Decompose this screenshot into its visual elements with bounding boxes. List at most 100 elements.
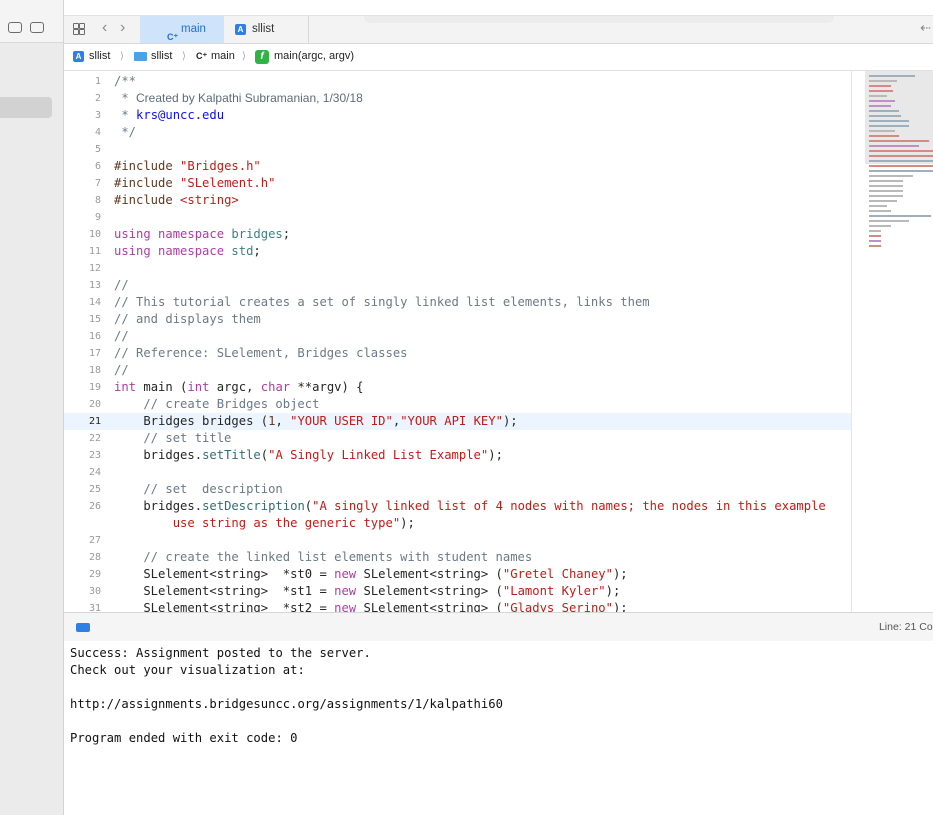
code-token: , xyxy=(275,414,291,428)
code-line[interactable]: 13 // xyxy=(64,277,851,294)
tab-sllist[interactable]: A sllist xyxy=(225,16,309,43)
breadcrumb-file[interactable]: main xyxy=(211,43,235,70)
line-number[interactable]: 29 xyxy=(64,566,101,583)
code-line[interactable]: 20 // create Bridges object xyxy=(64,396,851,413)
inspector-icon[interactable] xyxy=(30,22,44,33)
code-line[interactable]: 24 xyxy=(64,464,851,481)
minimap-line xyxy=(869,130,895,132)
line-number[interactable]: 23 xyxy=(64,447,101,464)
line-number[interactable]: 27 xyxy=(64,532,101,549)
related-items-grid-icon[interactable] xyxy=(73,23,85,35)
code-token: SLelement<string> ( xyxy=(363,584,503,598)
code-line[interactable]: 30 SLelement<string> *st1 = new SLelemen… xyxy=(64,583,851,600)
line-number[interactable]: 11 xyxy=(64,243,101,260)
line-number[interactable]: 6 xyxy=(64,158,101,175)
code-text: SLelement<string> *st0 = new SLelement<s… xyxy=(114,566,627,583)
code-line[interactable]: 31 SLelement<string> *st2 = new SLelemen… xyxy=(64,600,851,612)
code-line[interactable]: 16 // xyxy=(64,328,851,345)
source-editor[interactable]: 1 /** 2 * Created by Kalpathi Subramanian,… xyxy=(64,71,851,612)
minimap[interactable] xyxy=(851,71,933,612)
code-line[interactable]: 2 * Created by Kalpathi Subramanian, 1/3… xyxy=(64,90,851,107)
code-line[interactable]: 7 #include "SLelement.h" xyxy=(64,175,851,192)
line-number[interactable]: 18 xyxy=(64,362,101,379)
line-number[interactable]: 12 xyxy=(64,260,101,277)
code-line[interactable]: 10 using namespace bridges; xyxy=(64,226,851,243)
code-line[interactable]: 21 Bridges bridges (1, "YOUR USER ID","Y… xyxy=(64,413,851,430)
code-line[interactable]: 22 // set title xyxy=(64,430,851,447)
code-text: #include <string> xyxy=(114,192,239,209)
code-token: **argv) { xyxy=(297,380,364,394)
code-token: // and displays them xyxy=(114,312,261,326)
line-number[interactable]: 24 xyxy=(64,464,101,481)
code-token: ); xyxy=(605,584,621,598)
toggle-icon[interactable] xyxy=(8,22,22,33)
code-line[interactable]: 3 * krs@uncc.edu xyxy=(64,107,851,124)
line-number[interactable]: 7 xyxy=(64,175,101,192)
code-line[interactable]: 14 // This tutorial creates a set of sing… xyxy=(64,294,851,311)
code-line[interactable]: 19 int main (int argc, char **argv) { xyxy=(64,379,851,396)
line-number[interactable]: 14 xyxy=(64,294,101,311)
code-line[interactable]: 29 SLelement<string> *st0 = new SLelemen… xyxy=(64,566,851,583)
code-line[interactable]: 17 // Reference: SLelement, Bridges class… xyxy=(64,345,851,362)
code-line[interactable]: 6 #include "Bridges.h" xyxy=(64,158,851,175)
console-line: Program ended with exit code: 0 xyxy=(70,731,298,745)
breadcrumb-project[interactable]: sllist xyxy=(89,43,110,70)
line-number[interactable]: 1 xyxy=(64,73,101,90)
line-number[interactable]: 26 xyxy=(64,498,101,515)
line-number[interactable]: 3 xyxy=(64,107,101,124)
breadcrumb-group[interactable]: sllist xyxy=(151,43,172,70)
line-number[interactable]: 9 xyxy=(64,209,101,226)
line-number[interactable]: 5 xyxy=(64,141,101,158)
code-text: using namespace std; xyxy=(114,243,261,260)
code-line[interactable]: 27 xyxy=(64,532,851,549)
code-line[interactable]: 18 // xyxy=(64,362,851,379)
line-number[interactable]: 30 xyxy=(64,583,101,600)
xcode-project-icon: A xyxy=(235,24,246,35)
code-line[interactable]: 4 */ xyxy=(64,124,851,141)
back-arrow-icon[interactable]: ‹ xyxy=(102,19,107,37)
line-number[interactable]: 19 xyxy=(64,379,101,396)
editor-tab-bar: ‹ › C⁺ main A sllist ⇠ xyxy=(64,15,933,44)
code-token: Bridges bridges ( xyxy=(114,414,269,428)
code-line[interactable]: 9 xyxy=(64,209,851,226)
code-token: SLelement<string> *st1 = xyxy=(114,584,335,598)
line-number[interactable]: 20 xyxy=(64,396,101,413)
line-number[interactable]: 22 xyxy=(64,430,101,447)
code-line[interactable]: 28 // create the linked list elements wi… xyxy=(64,549,851,566)
code-token: // set title xyxy=(114,431,232,445)
code-token: ); xyxy=(488,448,503,462)
code-token: SLelement<string> ( xyxy=(363,567,503,581)
line-number[interactable]: 15 xyxy=(64,311,101,328)
line-number[interactable]: 25 xyxy=(64,481,101,498)
code-token: ); xyxy=(502,414,518,428)
navigator-selected-row[interactable] xyxy=(0,97,52,118)
code-line[interactable]: 26 bridges.setDescription("A singly link… xyxy=(64,498,851,532)
console-output[interactable]: Success: Assignment posted to the server… xyxy=(64,641,933,815)
breadcrumb-symbol[interactable]: main(argc, argv) xyxy=(274,43,354,70)
line-number[interactable]: 31 xyxy=(64,600,101,612)
forward-arrow-icon[interactable]: › xyxy=(120,19,125,37)
line-number[interactable]: 8 xyxy=(64,192,101,209)
code-line[interactable]: 8 #include <string> xyxy=(64,192,851,209)
line-number[interactable]: 21 xyxy=(64,413,101,430)
line-number[interactable]: 10 xyxy=(64,226,101,243)
line-number[interactable]: 13 xyxy=(64,277,101,294)
code-line[interactable]: 23 bridges.setTitle("A Singly Linked Lis… xyxy=(64,447,851,464)
split-editor-icon[interactable]: ⇠ xyxy=(920,20,931,36)
tab-main[interactable]: C⁺ main xyxy=(140,16,224,43)
line-number[interactable]: 17 xyxy=(64,345,101,362)
code-line[interactable]: 1 /** xyxy=(64,73,851,90)
code-line[interactable]: 12 xyxy=(64,260,851,277)
line-number[interactable]: 2 xyxy=(64,90,101,107)
line-number[interactable]: 16 xyxy=(64,328,101,345)
line-number[interactable]: 4 xyxy=(64,124,101,141)
breadcrumb: A sllist ⟩ sllist ⟩ C⁺ main ⟩ f main(arg… xyxy=(64,43,933,71)
console-toggle-icon[interactable] xyxy=(76,623,90,632)
code-line[interactable]: 15 // and displays them xyxy=(64,311,851,328)
line-number[interactable]: 28 xyxy=(64,549,101,566)
code-line[interactable]: 5 xyxy=(64,141,851,158)
code-line[interactable]: 25 // set description xyxy=(64,481,851,498)
code-token: * xyxy=(114,108,137,122)
code-line[interactable]: 11 using namespace std; xyxy=(64,243,851,260)
code-token: krs@uncc.edu xyxy=(136,108,225,122)
